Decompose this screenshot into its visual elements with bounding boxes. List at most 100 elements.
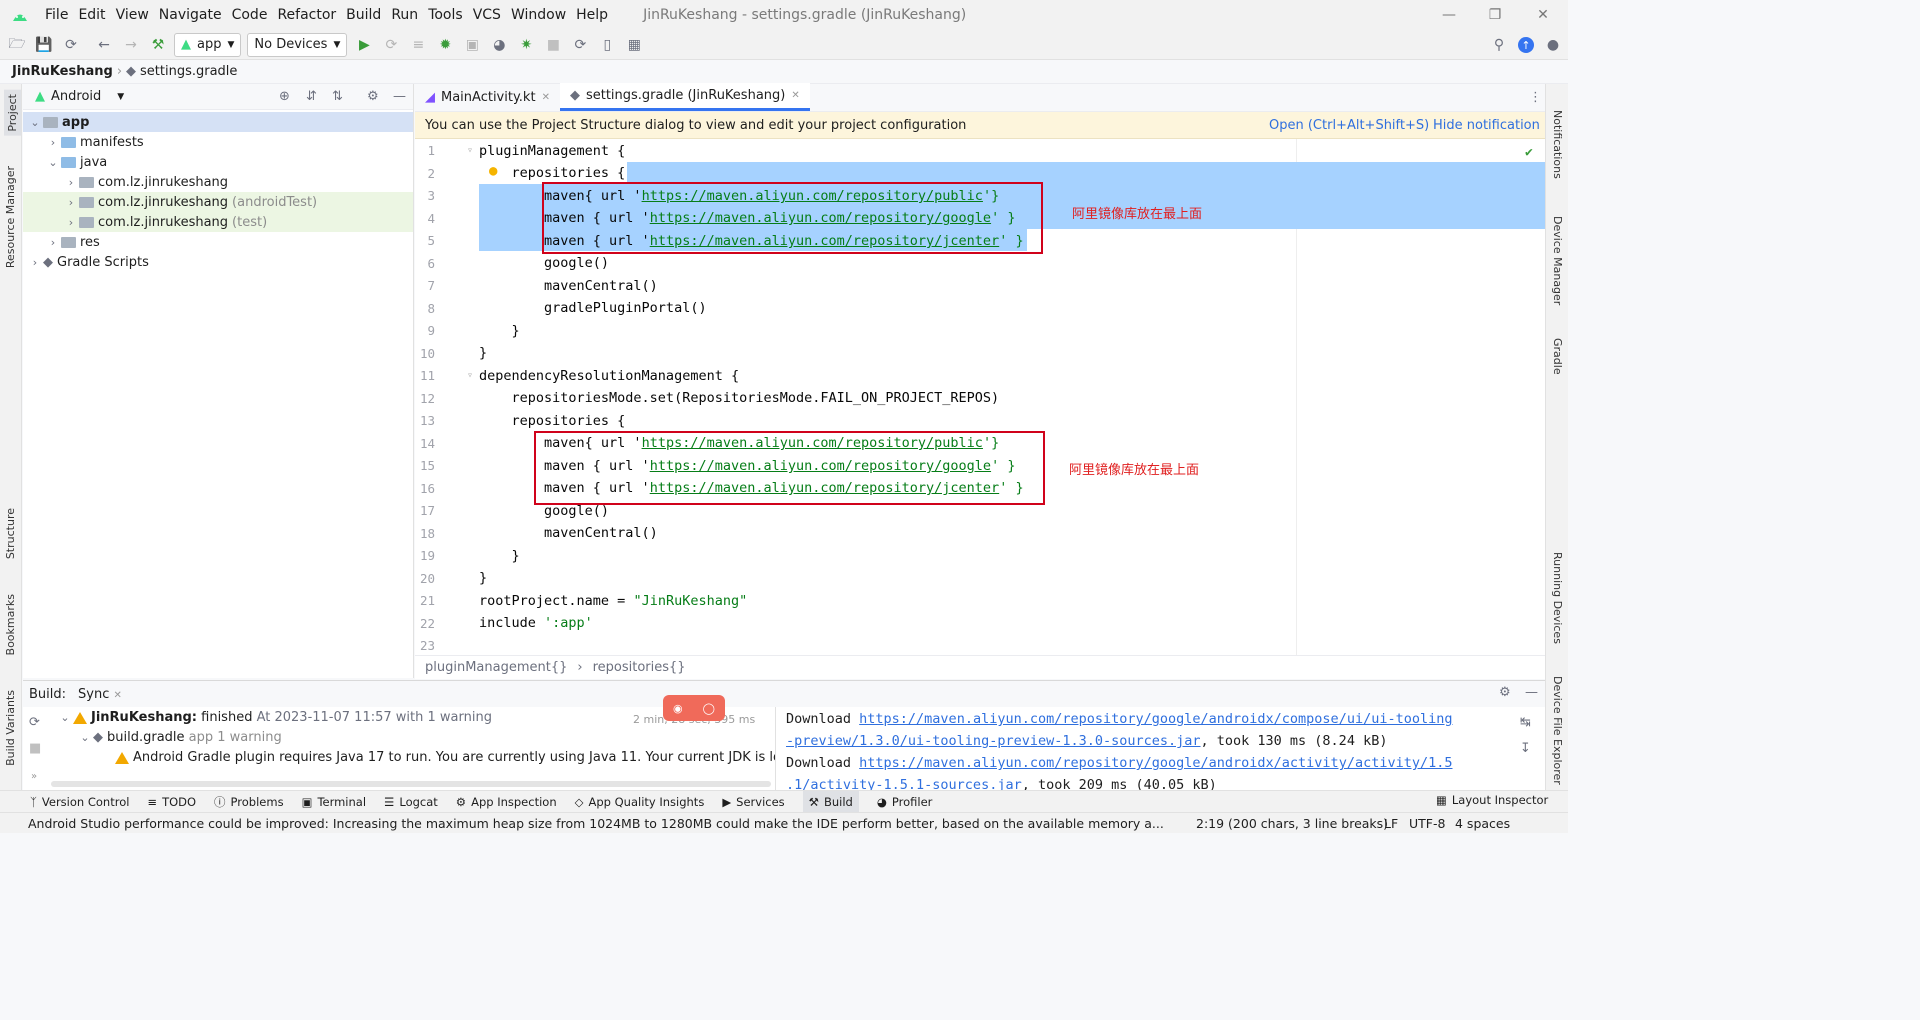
apply-changes-button[interactable]: ⟳ [380,34,402,56]
close-window-button[interactable]: ✕ [1520,0,1566,30]
sync-icon[interactable]: ⟳ [29,715,40,730]
layout-inspector-tool-button[interactable]: ▦ Layout Inspector [1436,793,1548,807]
horizontal-scrollbar[interactable] [51,781,771,787]
tree-item-package-androidtest[interactable]: › com.lz.jinrukeshang (androidTest) [23,192,413,212]
menu-run[interactable]: Run [386,7,423,23]
menu-window[interactable]: Window [506,7,571,23]
device-select[interactable]: No Devices ▼ [247,32,348,57]
structure-tool-button[interactable]: Structure [4,508,17,559]
gear-icon[interactable]: ⚙ [367,89,379,104]
caret-position[interactable]: 2:19 (200 chars, 3 line breaks) [1196,816,1388,831]
download-link[interactable]: .1/activity-1.5.1-sources.jar [786,777,1022,791]
tab-mainactivity[interactable]: ◢ MainActivity.kt ✕ [415,83,560,111]
chevron-right-icon[interactable]: › [63,176,79,189]
tree-item-res[interactable]: › res [23,232,413,252]
fold-icon[interactable]: ▿ [467,370,473,381]
breadcrumb-file[interactable]: settings.gradle [140,64,237,79]
device-manager-tool-button[interactable]: Device Manager [1551,216,1564,305]
more-icon[interactable]: » [31,771,37,782]
stop-button[interactable]: ■ [542,34,564,56]
run-button[interactable]: ▶ [353,34,375,56]
make-project-button[interactable]: ⚒ [147,34,169,56]
tree-item-app[interactable]: ⌄ app [23,112,413,132]
bookmarks-tool-button[interactable]: Bookmarks [4,594,17,655]
indent-setting[interactable]: 4 spaces [1455,816,1510,831]
services-tool-button[interactable]: ▶ Services [722,795,784,809]
resource-manager-tool-button[interactable]: Resource Manager [4,166,17,268]
forward-button[interactable]: → [120,34,142,56]
build-tool-button[interactable]: ⚒ Build [802,790,859,813]
collapse-all-icon[interactable]: ⇅ [332,89,343,104]
close-icon[interactable]: ✕ [791,90,799,101]
menu-code[interactable]: Code [227,7,273,23]
project-view-select[interactable]: Android [51,89,101,104]
menu-edit[interactable]: Edit [73,7,110,23]
back-button[interactable]: ← [93,34,115,56]
chevron-right-icon[interactable]: › [45,136,61,149]
chevron-down-icon[interactable]: ▼ [117,92,124,102]
save-all-button[interactable]: 💾 [33,34,55,56]
account-button[interactable]: ● [1542,34,1564,56]
download-link[interactable]: https://maven.aliyun.com/repository/goog… [859,755,1452,771]
open-project-structure-link[interactable]: Open (Ctrl+Alt+Shift+S) [1269,118,1429,133]
terminal-tool-button[interactable]: ▣ Terminal [302,795,366,809]
run-coverage-button[interactable]: ✷ [515,34,537,56]
tree-item-java[interactable]: ⌄ java [23,152,413,172]
chevron-right-icon[interactable]: › [27,256,43,269]
download-link[interactable]: https://maven.aliyun.com/repository/goog… [859,711,1452,727]
chevron-right-icon[interactable]: › [63,196,79,209]
menu-tools[interactable]: Tools [423,7,468,23]
project-tool-button[interactable]: Project [4,90,21,136]
build-file-row[interactable]: ⌄ ◆ build.gradle app 1 warning [77,730,281,745]
stop-icon[interactable]: ■ [29,741,41,756]
todo-tool-button[interactable]: ≡ TODO [147,795,196,809]
debug-button[interactable]: ✹ [434,34,456,56]
close-icon[interactable]: ✕ [114,690,122,701]
fold-icon[interactable]: ▿ [467,145,473,156]
run-config-select[interactable]: ▲ app ▼ [174,32,242,57]
build-warning-row[interactable]: Android Gradle plugin requires Java 17 t… [115,750,775,765]
chevron-down-icon[interactable]: ⌄ [57,711,73,724]
menu-help[interactable]: Help [571,7,613,23]
hide-panel-icon[interactable]: — [393,89,406,104]
chevron-down-icon[interactable]: ⌄ [27,116,43,129]
notifications-tool-button[interactable]: Notifications [1551,110,1564,179]
running-devices-tool-button[interactable]: Running Devices [1551,552,1564,644]
tree-item-gradle-scripts[interactable]: › ◆ Gradle Scripts [23,252,413,272]
tree-item-package[interactable]: › com.lz.jinrukeshang [23,172,413,192]
device-file-explorer-tool-button[interactable]: Device File Explorer [1551,676,1564,785]
close-icon[interactable]: ✕ [542,92,550,103]
sync-button[interactable]: ⟳ [60,34,82,56]
open-folder-button[interactable]: 🗁 [6,34,28,56]
breadcrumb-project[interactable]: JinRuKeshang [12,64,113,79]
status-message[interactable]: Android Studio performance could be impr… [28,816,1168,831]
crumb-item[interactable]: repositories{} [593,660,686,675]
gradle-tool-button[interactable]: Gradle [1551,338,1564,375]
version-control-tool-button[interactable]: ᛉ Version Control [30,795,129,809]
locate-icon[interactable]: ⊕ [279,89,290,104]
menu-view[interactable]: View [111,7,154,23]
download-link[interactable]: -preview/1.3.0/ui-tooling-preview-1.3.0-… [786,733,1201,749]
chevron-right-icon[interactable]: › [63,216,79,229]
code-editor[interactable]: 1 2 3 4 5 6 7 8 9 10 11 12 13 14 15 16 1… [415,139,1545,655]
chevron-down-icon[interactable]: ⌄ [77,731,93,744]
menu-navigate[interactable]: Navigate [154,7,227,23]
logcat-tool-button[interactable]: ☰ Logcat [384,795,438,809]
expand-all-icon[interactable]: ⇵ [306,89,317,104]
hide-panel-icon[interactable]: — [1525,685,1538,700]
sdk-manager-button[interactable]: ▦ [623,34,645,56]
menu-vcs[interactable]: VCS [468,7,506,23]
search-everywhere-button[interactable]: ⚲ [1488,34,1510,56]
attach-debugger-button[interactable]: ▣ [461,34,483,56]
floating-ai-widget[interactable]: ◉ ◯ [663,695,725,721]
tab-settings-gradle[interactable]: ◆ settings.gradle (JinRuKeshang) ✕ [559,83,810,111]
minimize-window-button[interactable]: — [1426,0,1472,30]
more-tabs-icon[interactable]: ⋮ [1529,90,1542,105]
menu-refactor[interactable]: Refactor [272,7,341,23]
app-quality-insights-tool-button[interactable]: ◇ App Quality Insights [575,795,705,809]
chevron-down-icon[interactable]: ⌄ [45,156,61,169]
chevron-right-icon[interactable]: › [45,236,61,249]
menu-file[interactable]: File [40,7,73,23]
restore-window-button[interactable]: ❐ [1472,0,1518,30]
file-encoding[interactable]: UTF-8 [1409,816,1445,831]
